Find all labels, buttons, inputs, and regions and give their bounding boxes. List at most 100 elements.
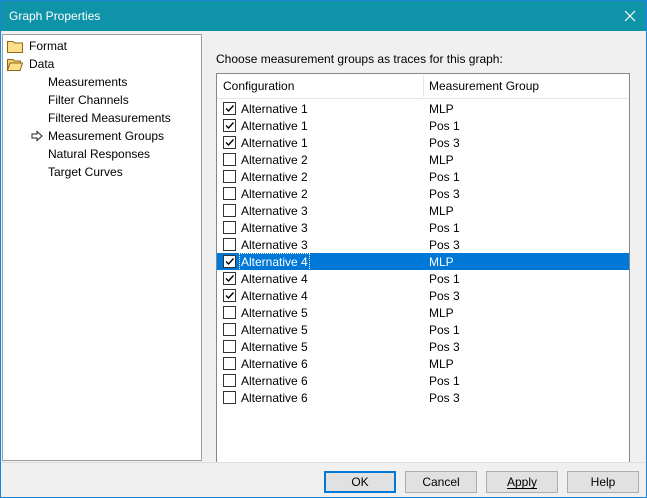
row-checkbox[interactable] bbox=[223, 170, 236, 183]
list-row[interactable]: Alternative 6 MLP bbox=[217, 355, 629, 372]
row-checkbox[interactable] bbox=[223, 153, 236, 166]
cell-configuration: Alternative 6 bbox=[241, 374, 308, 388]
checkmark-icon bbox=[225, 292, 235, 300]
cell-measurement-group: MLP bbox=[429, 357, 454, 371]
cell-measurement-group: Pos 1 bbox=[429, 374, 460, 388]
arrow-right-icon bbox=[31, 130, 43, 142]
tree-item-label: Format bbox=[29, 39, 68, 53]
list-row[interactable]: Alternative 2 Pos 3 bbox=[217, 185, 629, 202]
cell-configuration: Alternative 2 bbox=[241, 153, 308, 167]
cell-measurement-group: MLP bbox=[429, 204, 454, 218]
cell-measurement-group: Pos 3 bbox=[429, 340, 460, 354]
cell-measurement-group: Pos 1 bbox=[429, 272, 460, 286]
cell-measurement-group: MLP bbox=[429, 153, 454, 167]
cell-measurement-group: MLP bbox=[429, 306, 454, 320]
list-row[interactable]: Alternative 5 Pos 1 bbox=[217, 321, 629, 338]
list-row[interactable]: Alternative 6 Pos 1 bbox=[217, 372, 629, 389]
cell-configuration: Alternative 3 bbox=[241, 204, 308, 218]
row-checkbox[interactable] bbox=[223, 238, 236, 251]
cell-measurement-group: Pos 3 bbox=[429, 136, 460, 150]
checkmark-icon bbox=[225, 139, 235, 147]
column-header-measurement-group[interactable]: Measurement Group bbox=[423, 74, 629, 98]
list-row[interactable]: Alternative 4 Pos 3 bbox=[217, 287, 629, 304]
row-checkbox[interactable] bbox=[223, 204, 236, 217]
list-row[interactable]: Alternative 1 MLP bbox=[217, 100, 629, 117]
list-row[interactable]: Alternative 2 Pos 1 bbox=[217, 168, 629, 185]
dialog-content: Format Data Measurements Filter Channels… bbox=[1, 31, 646, 489]
cell-configuration: Alternative 2 bbox=[241, 187, 308, 201]
ok-button[interactable]: OK bbox=[324, 471, 396, 493]
cell-configuration: Alternative 4 bbox=[241, 272, 308, 286]
cell-measurement-group: Pos 1 bbox=[429, 323, 460, 337]
column-header-configuration[interactable]: Configuration bbox=[217, 74, 423, 98]
checkmark-icon bbox=[225, 275, 235, 283]
cell-measurement-group: Pos 3 bbox=[429, 238, 460, 252]
row-checkbox[interactable] bbox=[223, 102, 236, 115]
tree-item-label: Filter Channels bbox=[48, 93, 129, 107]
cell-configuration: Alternative 4 bbox=[241, 289, 308, 303]
tree-item-data[interactable]: Data bbox=[7, 55, 54, 73]
cell-measurement-group: Pos 1 bbox=[429, 221, 460, 235]
category-tree[interactable]: Format Data Measurements Filter Channels… bbox=[2, 34, 202, 461]
list-row[interactable]: Alternative 3 Pos 3 bbox=[217, 236, 629, 253]
cancel-button[interactable]: Cancel bbox=[405, 471, 477, 493]
cell-configuration: Alternative 5 bbox=[241, 340, 308, 354]
row-checkbox[interactable] bbox=[223, 272, 236, 285]
cell-measurement-group: MLP bbox=[429, 255, 454, 269]
apply-button[interactable]: Apply bbox=[486, 471, 558, 493]
row-checkbox[interactable] bbox=[223, 187, 236, 200]
row-checkbox[interactable] bbox=[223, 374, 236, 387]
list-row[interactable]: Alternative 5 Pos 3 bbox=[217, 338, 629, 355]
row-checkbox[interactable] bbox=[223, 255, 236, 268]
tree-item-measurement-groups[interactable]: Measurement Groups bbox=[31, 127, 165, 145]
cell-measurement-group: MLP bbox=[429, 102, 454, 116]
cell-measurement-group: Pos 3 bbox=[429, 289, 460, 303]
folder-open-icon bbox=[7, 58, 23, 71]
tree-item-label: Natural Responses bbox=[48, 147, 151, 161]
cell-measurement-group: Pos 1 bbox=[429, 119, 460, 133]
cell-measurement-group: Pos 3 bbox=[429, 391, 460, 405]
list-row[interactable]: Alternative 1 Pos 1 bbox=[217, 117, 629, 134]
checkmark-icon bbox=[225, 258, 235, 266]
list-row[interactable]: Alternative 3 MLP bbox=[217, 202, 629, 219]
row-checkbox[interactable] bbox=[223, 340, 236, 353]
cell-configuration: Alternative 1 bbox=[241, 119, 308, 133]
tree-item-label: Measurement Groups bbox=[48, 129, 165, 143]
list-row[interactable]: Alternative 5 MLP bbox=[217, 304, 629, 321]
cell-configuration: Alternative 6 bbox=[241, 357, 308, 371]
list-rows: Alternative 1 MLP Alternative 1 Pos 1 Altern… bbox=[217, 100, 629, 406]
row-checkbox[interactable] bbox=[223, 357, 236, 370]
cell-measurement-group: Pos 3 bbox=[429, 187, 460, 201]
tree-item-format[interactable]: Format bbox=[7, 37, 67, 55]
tree-item-label: Target Curves bbox=[48, 165, 123, 179]
list-row[interactable]: Alternative 1 Pos 3 bbox=[217, 134, 629, 151]
list-row[interactable]: Alternative 2 MLP bbox=[217, 151, 629, 168]
cell-configuration: Alternative 1 bbox=[241, 136, 308, 150]
row-checkbox[interactable] bbox=[223, 136, 236, 149]
tree-item-target-curves[interactable]: Target Curves bbox=[48, 163, 123, 181]
row-checkbox[interactable] bbox=[223, 306, 236, 319]
measurement-groups-list[interactable]: Configuration Measurement Group Alternat… bbox=[216, 73, 630, 489]
row-checkbox[interactable] bbox=[223, 289, 236, 302]
cell-configuration: Alternative 3 bbox=[241, 221, 308, 235]
help-button[interactable]: Help bbox=[567, 471, 639, 493]
row-checkbox[interactable] bbox=[223, 391, 236, 404]
list-row[interactable]: Alternative 3 Pos 1 bbox=[217, 219, 629, 236]
tree-item-filter-channels[interactable]: Filter Channels bbox=[48, 91, 129, 109]
checkmark-icon bbox=[225, 105, 235, 113]
tree-item-filtered-measurements[interactable]: Filtered Measurements bbox=[48, 109, 171, 127]
tree-item-measurements[interactable]: Measurements bbox=[48, 73, 127, 91]
cell-configuration: Alternative 6 bbox=[241, 391, 308, 405]
row-checkbox[interactable] bbox=[223, 323, 236, 336]
row-checkbox[interactable] bbox=[223, 119, 236, 132]
list-row[interactable]: Alternative 4 MLP bbox=[217, 253, 629, 271]
row-checkbox[interactable] bbox=[223, 221, 236, 234]
list-row[interactable]: Alternative 4 Pos 1 bbox=[217, 270, 629, 287]
tree-item-natural-responses[interactable]: Natural Responses bbox=[48, 145, 150, 163]
close-button[interactable] bbox=[614, 1, 646, 31]
apply-label: Apply bbox=[506, 475, 538, 489]
close-icon bbox=[624, 10, 636, 22]
instruction-label: Choose measurement groups as traces for … bbox=[216, 52, 503, 66]
list-row[interactable]: Alternative 6 Pos 3 bbox=[217, 389, 629, 406]
list-header: Configuration Measurement Group bbox=[217, 74, 629, 99]
